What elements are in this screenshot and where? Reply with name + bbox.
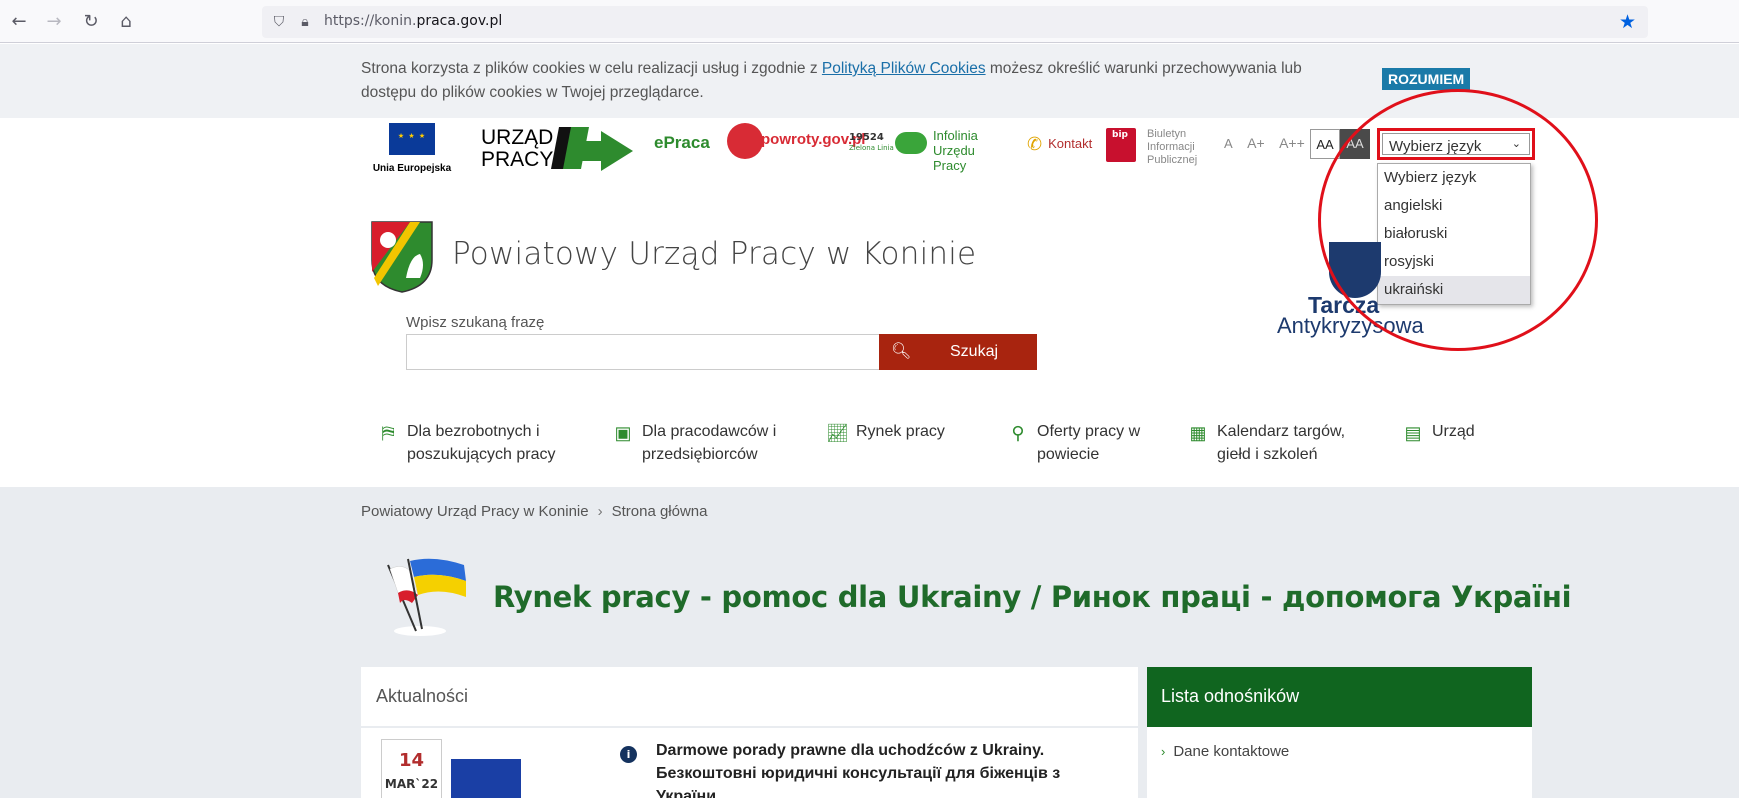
phone-bubble-icon bbox=[895, 132, 927, 154]
eu-logo-link[interactable]: Unia Europejska bbox=[370, 123, 454, 174]
news-header: Aktualności bbox=[361, 667, 1138, 728]
page-title: Powiatowy Urząd Pracy w Koninie bbox=[452, 236, 977, 272]
bookmark-star-icon[interactable]: ★ bbox=[1619, 11, 1636, 33]
kontakt-link[interactable]: ✆ Kontakt bbox=[1027, 134, 1092, 155]
forward-icon[interactable]: → bbox=[43, 11, 65, 33]
cookie-message: Strona korzysta z plików cookies w celu … bbox=[361, 60, 1302, 101]
reload-icon[interactable]: ↻ bbox=[80, 11, 102, 33]
menu-item-urzad[interactable]: ▤ Urząd bbox=[1404, 420, 1474, 443]
cookie-banner: Strona korzysta z plików cookies w celu … bbox=[0, 44, 1739, 118]
menu-item-rynek-pracy[interactable]: 📈︎ Rynek pracy bbox=[826, 420, 945, 443]
cookie-policy-link[interactable]: Polityką Plików Cookies bbox=[822, 60, 986, 77]
contrast-normal-button[interactable]: AA bbox=[1310, 129, 1340, 159]
search-button-label: Szukaj bbox=[950, 343, 999, 360]
briefcase-icon: ▣ bbox=[614, 423, 632, 443]
url-text[interactable]: https://konin.praca.gov.pl bbox=[324, 13, 502, 29]
news-title-link[interactable]: Darmowe porady prawne dla uchodźców z Uk… bbox=[656, 739, 1116, 798]
breadcrumb-home-link[interactable]: Powiatowy Urząd Pracy w Koninie bbox=[361, 503, 589, 520]
antykryzysowa-label: Antykryzysowa bbox=[1277, 313, 1424, 338]
calendar-icon: ▦ bbox=[1189, 423, 1207, 443]
link-dane-kontaktowe[interactable]: › Dane kontaktowe bbox=[1161, 743, 1289, 760]
news-thumbnail[interactable]: i bbox=[451, 742, 641, 798]
signpost-icon: ⛿ bbox=[381, 423, 395, 443]
bip-logo-icon: bip bbox=[1106, 128, 1136, 162]
search-button[interactable]: 🔍︎ Szukaj bbox=[879, 334, 1037, 370]
news-panel: Aktualności 14 MAR`22 i Darmowe porady p… bbox=[361, 667, 1138, 798]
search-input[interactable] bbox=[406, 334, 880, 370]
address-bar[interactable]: ⛉ 🔒︎ https://konin.praca.gov.pl ★ bbox=[262, 6, 1648, 38]
language-option[interactable]: angielski bbox=[1378, 192, 1530, 220]
eu-flag-icon bbox=[389, 123, 435, 155]
powroty-link[interactable]: powroty.gov.pl bbox=[727, 123, 865, 161]
infolinia-number: 19524 Zielona Linia bbox=[849, 132, 894, 152]
cookie-accept-button[interactable]: ROZUMIEM bbox=[1382, 68, 1471, 90]
menu-item-dla-pracodawcow[interactable]: ▣ Dla pracodawców i przedsiębiorców bbox=[614, 420, 776, 466]
language-select[interactable]: Wybierz język ⌄ bbox=[1377, 128, 1535, 160]
breadcrumb: Powiatowy Urząd Pracy w Koninie › Strona g… bbox=[361, 503, 708, 520]
chevron-right-icon: › bbox=[1161, 744, 1166, 759]
font-size-normal-button[interactable]: A bbox=[1224, 136, 1233, 151]
contrast-high-button[interactable]: AA bbox=[1340, 129, 1370, 159]
coat-of-arms-icon bbox=[371, 221, 433, 293]
home-icon[interactable]: ⌂ bbox=[115, 11, 137, 33]
building-icon: ▤ bbox=[1404, 423, 1422, 443]
bip-label: Biuletyn Informacji Publicznej bbox=[1147, 128, 1198, 166]
news-date-badge: 14 MAR`22 bbox=[381, 739, 442, 798]
search-icon: 🔍︎ bbox=[891, 343, 912, 360]
lock-icon[interactable]: 🔒︎ bbox=[296, 13, 314, 31]
bip-link[interactable]: bip Biuletyn Informacji Publicznej bbox=[1106, 128, 1201, 168]
contrast-controls: AA AA bbox=[1310, 129, 1370, 159]
infolinia-label: Infolinia Urzędu Pracy bbox=[933, 128, 978, 173]
chevron-down-icon: ⌄ bbox=[1511, 138, 1521, 150]
infolinia-link[interactable]: 19524 Zielona Linia Infolinia Urzędu Pracy bbox=[849, 128, 1009, 173]
urzad-pracy-arrow-icon bbox=[551, 127, 633, 171]
phone-icon: ✆ bbox=[1027, 134, 1043, 154]
poland-ukraine-flags-icon bbox=[387, 558, 466, 636]
epraca-link[interactable]: ePraca bbox=[654, 133, 710, 153]
info-icon: i bbox=[620, 746, 637, 763]
urzad-pracy-logo-link[interactable]: URZĄD PRACY bbox=[481, 123, 633, 175]
section-headline[interactable]: Rynek pracy - pomoc dla Ukrainy / Ринок … bbox=[493, 580, 1572, 614]
links-panel: Lista odnośników › Dane kontaktowe bbox=[1147, 667, 1532, 798]
menu-item-oferty-pracy[interactable]: ⚲ Oferty pracy w powiecie bbox=[1011, 420, 1140, 466]
menu-item-kalendarz[interactable]: ▦ Kalendarz targów, giełd i szkoleń bbox=[1189, 420, 1345, 466]
shield-icon[interactable]: ⛉ bbox=[270, 13, 288, 31]
font-size-larger-button[interactable]: A+ bbox=[1247, 135, 1265, 151]
shield-icon bbox=[1329, 242, 1381, 298]
links-header: Lista odnośników bbox=[1147, 667, 1532, 727]
breadcrumb-current: Strona główna bbox=[611, 503, 708, 520]
eu-label: Unia Europejska bbox=[372, 163, 452, 174]
tarcza-antykryzysowa-link[interactable]: Tarcza Antykryzysowa bbox=[1274, 238, 1444, 342]
browser-toolbar: ← → ↻ ⌂ ⛉ 🔒︎ https://konin.praca.gov.pl … bbox=[0, 0, 1739, 43]
chart-icon: 📈︎ bbox=[826, 423, 849, 443]
menu-item-dla-bezrobotnych[interactable]: ⛿ Dla bezrobotnych i poszukujących pracy bbox=[381, 420, 555, 466]
search-icon: ⚲ bbox=[1011, 423, 1025, 443]
language-option[interactable]: Wybierz język bbox=[1378, 164, 1530, 192]
search-label: Wpisz szukaną frazę bbox=[406, 314, 545, 331]
font-size-largest-button[interactable]: A++ bbox=[1279, 135, 1305, 151]
font-size-controls: A A+ A++ bbox=[1224, 135, 1315, 153]
powroty-bird-icon bbox=[727, 123, 763, 159]
back-icon[interactable]: ← bbox=[8, 11, 30, 33]
language-select-value: Wybierz język bbox=[1389, 138, 1482, 155]
